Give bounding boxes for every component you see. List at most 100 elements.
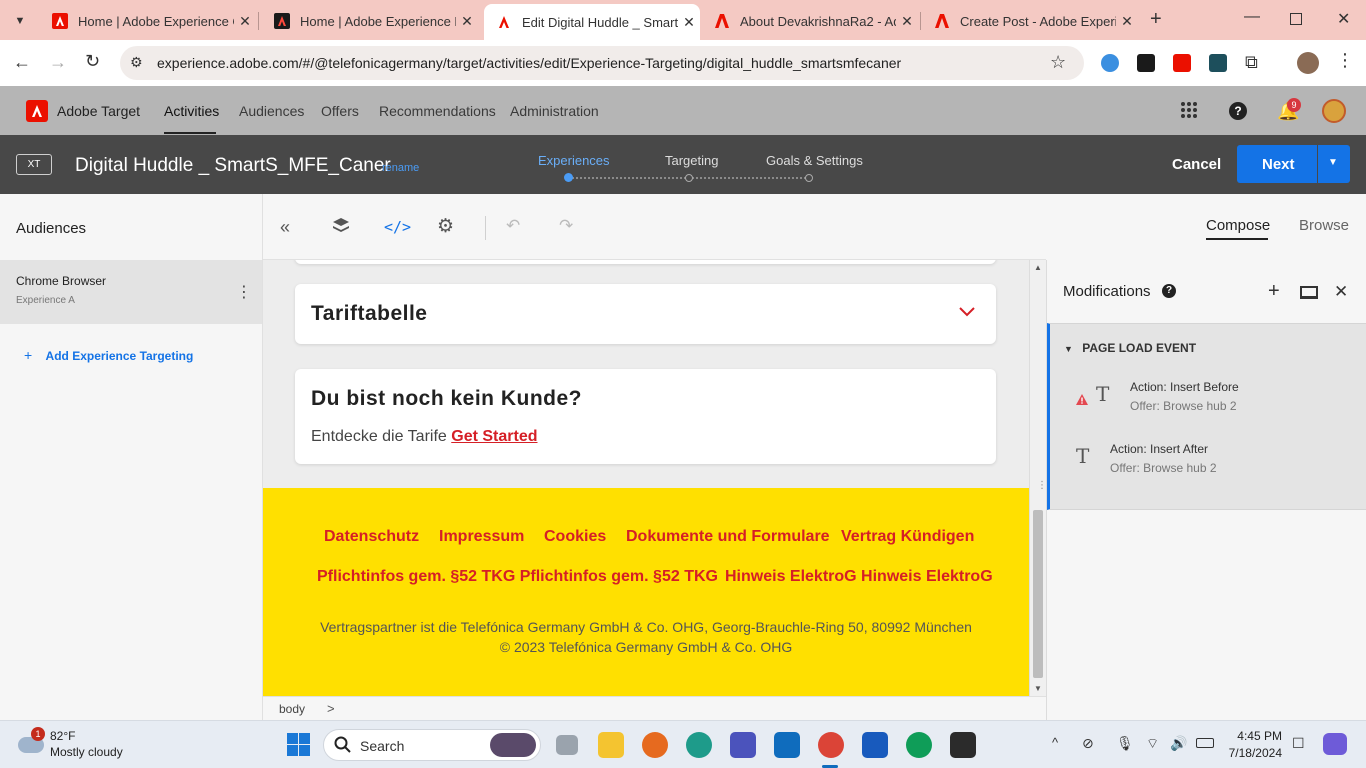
- minimize-icon[interactable]: —: [1244, 8, 1260, 26]
- browser-menu-icon[interactable]: ⋮: [1336, 50, 1354, 71]
- reload-icon[interactable]: ↻: [85, 51, 100, 72]
- layers-icon[interactable]: [332, 217, 350, 240]
- profile-avatar[interactable]: [1297, 52, 1319, 74]
- chevron-down-icon[interactable]: [959, 304, 975, 322]
- notification-center-icon[interactable]: ☐: [1292, 735, 1305, 752]
- app-name[interactable]: Adobe Target: [57, 103, 140, 119]
- terminal-icon[interactable]: [950, 732, 976, 758]
- device-view-icon[interactable]: [1300, 286, 1318, 299]
- nav-activities[interactable]: Activities: [164, 103, 219, 119]
- user-avatar[interactable]: [1322, 99, 1346, 123]
- footer-link-pflichtinfos[interactable]: Pflichtinfos gem. §52 TKG Pflichtinfos g…: [317, 568, 718, 586]
- browser-tab-5[interactable]: Create Post - Adobe Experie ✕: [922, 6, 1138, 36]
- panel-resize-handle[interactable]: ⋮: [1037, 480, 1047, 498]
- footer-link-dokumente[interactable]: Dokumente und Formulare: [626, 528, 830, 546]
- nav-audiences[interactable]: Audiences: [239, 103, 304, 119]
- firefox-icon[interactable]: [642, 732, 668, 758]
- edge-icon[interactable]: [686, 732, 712, 758]
- devtools-extension-icon[interactable]: [1209, 54, 1227, 72]
- footer-link-vertrag-kuendigen[interactable]: Vertrag Kündigen: [841, 528, 974, 546]
- tab-compose[interactable]: Compose: [1206, 217, 1270, 234]
- close-tab-icon[interactable]: ✕: [1116, 13, 1138, 30]
- step-goals-settings[interactable]: Goals & Settings: [766, 153, 863, 168]
- tab-browse[interactable]: Browse: [1299, 217, 1349, 234]
- footer-link-cookies[interactable]: Cookies: [544, 528, 606, 546]
- next-button[interactable]: Next: [1237, 145, 1317, 183]
- more-options-icon[interactable]: ⋮: [236, 282, 252, 302]
- weather-widget[interactable]: 1 82°F Mostly cloudy: [14, 727, 154, 763]
- restore-icon[interactable]: [1290, 13, 1302, 25]
- footer-link-hinweis-elektrog[interactable]: Hinweis ElektroG Hinweis ElektroG: [725, 568, 993, 586]
- wifi-icon[interactable]: ⌔: [1146, 735, 1159, 753]
- add-experience-targeting-button[interactable]: + Add Experience Targeting: [24, 347, 193, 363]
- next-dropdown-button[interactable]: ▼: [1318, 145, 1350, 183]
- chrome-profile-icon[interactable]: [906, 732, 932, 758]
- browser-tab-3-active[interactable]: Edit Digital Huddle _ SmartS ✕: [484, 4, 700, 40]
- browser-tab-1[interactable]: Home | Adobe Experience Cl ✕: [40, 6, 256, 36]
- teams-icon[interactable]: [730, 732, 756, 758]
- outlook-icon[interactable]: [774, 732, 800, 758]
- tariff-accordion[interactable]: Tariftabelle: [295, 284, 996, 344]
- start-windows-icon[interactable]: [287, 733, 310, 756]
- footer-link-impressum[interactable]: Impressum: [439, 528, 524, 546]
- settings-gear-icon[interactable]: ⚙: [437, 215, 454, 238]
- forward-icon[interactable]: →: [49, 52, 67, 73]
- collapse-panel-icon[interactable]: «: [280, 217, 290, 238]
- close-tab-icon[interactable]: ✕: [234, 13, 256, 30]
- extensions-puzzle-icon[interactable]: ⧉: [1245, 52, 1258, 73]
- network-off-icon[interactable]: ⊘: [1082, 735, 1094, 752]
- word-icon[interactable]: [862, 732, 888, 758]
- step-targeting[interactable]: Targeting: [665, 153, 718, 168]
- adobe-acrobat-extension-icon[interactable]: [1173, 54, 1191, 72]
- redo-icon[interactable]: ↷: [559, 216, 573, 236]
- close-tab-icon[interactable]: ✕: [678, 14, 700, 31]
- step-experiences[interactable]: Experiences: [538, 153, 610, 168]
- nav-recommendations[interactable]: Recommendations: [379, 103, 496, 119]
- page-preview[interactable]: Tariftabelle Du bist noch kein Kunde? En…: [263, 260, 1046, 696]
- volume-icon[interactable]: 🔊: [1170, 735, 1187, 752]
- rename-link[interactable]: rename: [382, 162, 419, 174]
- get-started-link[interactable]: Get Started: [451, 428, 537, 445]
- close-tab-icon[interactable]: ✕: [896, 13, 918, 30]
- clock-date[interactable]: 7/18/2024: [1220, 746, 1282, 760]
- battery-icon[interactable]: [1196, 738, 1214, 748]
- back-icon[interactable]: ←: [13, 52, 31, 73]
- microphone-icon[interactable]: 🎙: [1116, 735, 1134, 752]
- breadcrumb-body[interactable]: body: [279, 702, 305, 716]
- help-icon[interactable]: ?: [1229, 102, 1247, 120]
- audience-item-selected[interactable]: Chrome Browser Experience A ⋮: [0, 260, 262, 324]
- address-bar[interactable]: ⚙ experience.adobe.com/#/@telefonicagerm…: [120, 46, 1084, 80]
- close-panel-icon[interactable]: ✕: [1334, 282, 1348, 302]
- adobe-extension-icon[interactable]: [1137, 54, 1155, 72]
- add-modification-icon[interactable]: +: [1268, 280, 1280, 303]
- nav-administration[interactable]: Administration: [510, 103, 599, 119]
- app-switcher-icon[interactable]: [1180, 101, 1198, 119]
- scrollbar-thumb[interactable]: [1033, 510, 1043, 678]
- site-info-icon[interactable]: ⚙: [130, 54, 143, 71]
- copilot-icon[interactable]: [1323, 733, 1347, 755]
- task-view-icon[interactable]: [556, 735, 578, 755]
- footer-link-datenschutz[interactable]: Datenschutz: [324, 528, 419, 546]
- scroll-up-icon[interactable]: ▲: [1034, 263, 1042, 272]
- section-toggle[interactable]: ▼ PAGE LOAD EVENT: [1064, 341, 1196, 355]
- canvas-scrollbar[interactable]: ▲ ▼: [1029, 260, 1046, 696]
- browser-tab-2[interactable]: Home | Adobe Experience Pl ✕: [262, 6, 478, 36]
- close-window-icon[interactable]: ✕: [1337, 9, 1350, 29]
- code-editor-icon[interactable]: </>: [384, 218, 411, 236]
- nav-offers[interactable]: Offers: [321, 103, 359, 119]
- clock-time[interactable]: 4:45 PM: [1220, 729, 1282, 743]
- file-explorer-icon[interactable]: [598, 732, 624, 758]
- new-tab-icon[interactable]: +: [1150, 8, 1162, 31]
- tab-search-button[interactable]: ▼: [8, 9, 32, 33]
- modification-item[interactable]: T Action: Insert Before Offer: Browse hu…: [1050, 374, 1366, 430]
- help-icon[interactable]: ?: [1162, 284, 1176, 298]
- close-tab-icon[interactable]: ✕: [456, 13, 478, 30]
- scroll-down-icon[interactable]: ▼: [1034, 684, 1042, 693]
- show-hidden-icons[interactable]: ^: [1052, 735, 1058, 750]
- modification-item[interactable]: T Action: Insert After Offer: Browse hub…: [1050, 436, 1366, 492]
- browser-tab-4[interactable]: About DevakrishnaRa2 - Ado ✕: [702, 6, 918, 36]
- address-url[interactable]: experience.adobe.com/#/@telefonicagerman…: [157, 55, 901, 71]
- taskbar-search[interactable]: Search: [323, 729, 541, 761]
- extension-icon[interactable]: [1101, 54, 1119, 72]
- chrome-icon[interactable]: [818, 732, 844, 758]
